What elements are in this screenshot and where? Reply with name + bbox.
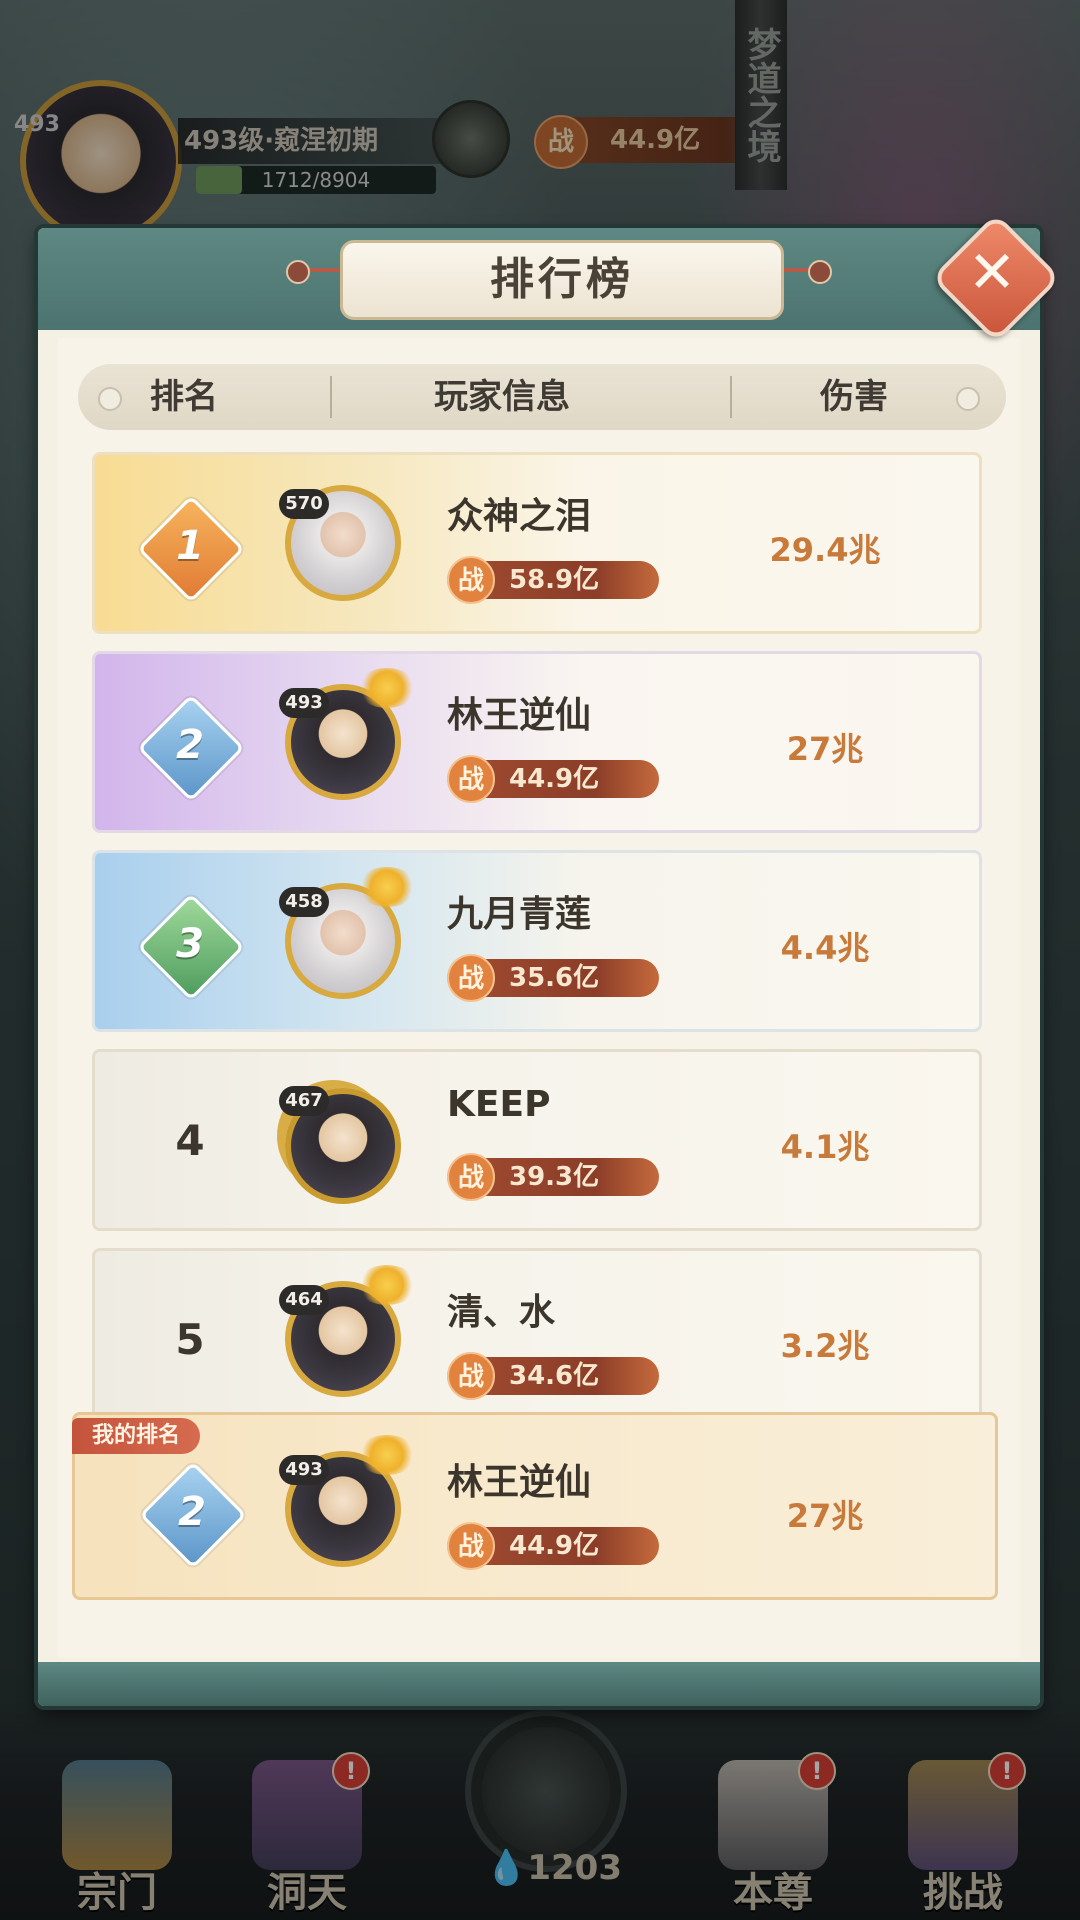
power-value: 35.6亿 [509,963,600,993]
player-name: 九月青莲 [447,894,592,935]
rank-number: 3 [176,921,204,967]
header-divider [330,376,332,418]
player-name: 众神之泪 [447,496,592,537]
flower-ornament-icon [357,867,417,907]
player-name: 清、水 [447,1292,556,1333]
level-tag: 458 [279,887,329,917]
level-tag: 493 [279,1455,329,1485]
rank-number: 2 [176,722,204,768]
column-header: 排名 玩家信息 伤害 [78,364,1006,430]
damage-value: 3.2兆 [780,1327,870,1365]
player-name: 林王逆仙 [447,695,592,736]
power-value: 39.3亿 [509,1162,600,1192]
power-icon: 战 [447,954,495,1002]
level-tag: 570 [279,489,329,519]
rank-number: 2 [178,1489,206,1535]
power-icon: 战 [447,755,495,803]
player-name: 林王逆仙 [447,1462,592,1503]
header-dot-left [98,387,122,411]
power-icon: 战 [447,1153,495,1201]
header-dot-right [956,387,980,411]
power-value: 44.9亿 [509,1531,600,1561]
modal-footer [38,1662,1040,1706]
rank-number: 4 [175,1116,205,1165]
power-value: 34.6亿 [509,1361,600,1391]
power-icon: 战 [447,1352,495,1400]
power-value: 58.9亿 [509,565,600,595]
damage-value: 29.4兆 [769,531,881,569]
modal-title: 排行榜 [340,240,784,320]
leaderboard-row[interactable]: 5 464 清、水 34.6亿 战 3.2兆 [92,1248,982,1430]
flower-ornament-icon [357,1435,417,1475]
col-rank: 排名 [150,377,218,417]
leaderboard-row[interactable]: 4 467 KEEP 39.3亿 战 4.1兆 [92,1049,982,1231]
header-divider [730,376,732,418]
level-tag: 464 [279,1285,329,1315]
leaderboard-row[interactable]: 1 570 众神之泪 58.9亿 战 29.4兆 [92,452,982,634]
player-name: KEEP [447,1084,551,1125]
flower-ornament-icon [357,1265,417,1305]
level-tag: 467 [279,1086,329,1116]
my-rank-tag: 我的排名 [72,1418,200,1454]
flower-ornament-icon [357,668,417,708]
damage-value: 27兆 [786,1497,864,1535]
power-value: 44.9亿 [509,764,600,794]
my-rank-row[interactable]: 2 493 林王逆仙 44.9亿 战 27兆 [72,1412,998,1600]
leaderboard-row[interactable]: 3 458 九月青莲 35.6亿 战 4.4兆 [92,850,982,1032]
rank-number: 5 [175,1315,205,1364]
col-damage: 伤害 [820,377,888,417]
col-player-info: 玩家信息 [434,377,570,417]
damage-value: 4.1兆 [780,1128,870,1166]
close-x-icon[interactable]: ✕ [960,240,1024,304]
level-tag: 493 [279,688,329,718]
damage-value: 4.4兆 [780,929,870,967]
rank-number: 1 [176,523,204,569]
power-icon: 战 [447,1522,495,1570]
damage-value: 27兆 [786,730,864,768]
leaderboard-row[interactable]: 2 493 林王逆仙 44.9亿 战 27兆 [92,651,982,833]
power-icon: 战 [447,556,495,604]
